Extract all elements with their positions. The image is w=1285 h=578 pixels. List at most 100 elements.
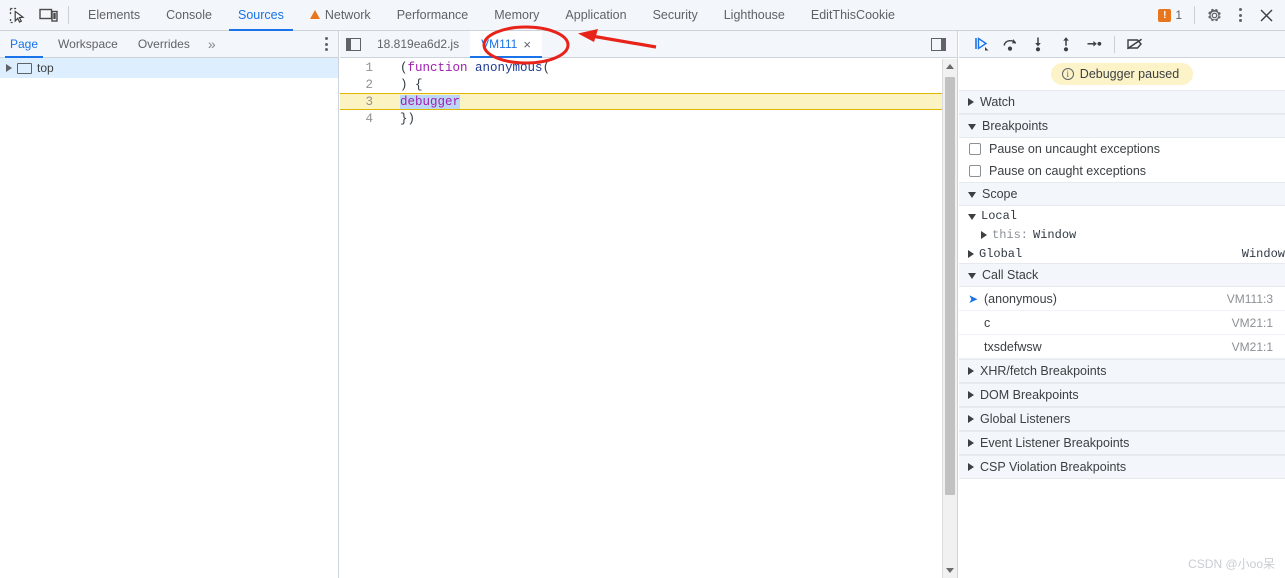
frame-location: VM111:3 <box>1226 291 1273 306</box>
device-toolbar-icon[interactable] <box>34 1 62 29</box>
checkbox-row-pause-uncaught[interactable]: Pause on uncaught exceptions <box>959 138 1285 160</box>
navigator-tab-overrides[interactable]: Overrides <box>128 31 200 58</box>
section-xhr-fetch-breakpoints[interactable]: XHR/fetch Breakpoints <box>959 359 1285 383</box>
toolbar-divider <box>68 6 69 24</box>
tab-network[interactable]: Network <box>297 0 384 31</box>
step-over-icon[interactable] <box>997 32 1023 56</box>
call-stack-frame[interactable]: c VM21:1 <box>959 311 1285 335</box>
tab-label: Performance <box>396 8 469 22</box>
step-icon[interactable] <box>1081 32 1107 56</box>
section-event-listener-breakpoints[interactable]: Event Listener Breakpoints <box>959 431 1285 455</box>
code-editor[interactable]: 1 (function anonymous( 2 ) { 3 debugger … <box>340 59 957 578</box>
scroll-down-arrow-icon[interactable] <box>943 563 957 578</box>
editor-tabbar-right <box>925 31 957 57</box>
tab-security[interactable]: Security <box>640 0 711 31</box>
resume-icon[interactable] <box>969 32 995 56</box>
chevron-right-icon[interactable] <box>6 64 12 72</box>
chevron-down-icon[interactable] <box>968 213 976 220</box>
tab-lighthouse[interactable]: Lighthouse <box>711 0 798 31</box>
section-label: Breakpoints <box>982 119 1049 133</box>
checkbox-row-pause-caught[interactable]: Pause on caught exceptions <box>959 160 1285 182</box>
inspect-cursor-icon[interactable] <box>3 1 31 29</box>
section-call-stack[interactable]: Call Stack <box>959 263 1285 287</box>
navigator-tree-item-top[interactable]: top <box>0 58 338 78</box>
code-text: ) { <box>400 77 423 92</box>
chevron-double-right-icon[interactable]: » <box>200 31 224 58</box>
navigator-tab-label: Workspace <box>58 37 118 51</box>
chevron-right-icon[interactable] <box>968 367 974 375</box>
section-scope[interactable]: Scope <box>959 182 1285 206</box>
section-label: Global Listeners <box>980 412 1071 426</box>
kebab-menu-icon[interactable] <box>1227 2 1253 28</box>
close-icon[interactable] <box>1253 2 1279 28</box>
scope-label: Local <box>981 208 1018 223</box>
code-token: ( <box>542 60 551 75</box>
chevron-down-icon[interactable] <box>968 273 976 279</box>
scope-value: Window <box>1241 246 1285 261</box>
checkbox-label: Pause on uncaught exceptions <box>989 142 1160 156</box>
editor-tab-label: 18.819ea6d2.js <box>377 37 460 51</box>
tab-console[interactable]: Console <box>153 0 225 31</box>
tab-label: Memory <box>494 8 540 22</box>
frame-icon <box>17 62 32 74</box>
call-stack-frame[interactable]: txsdefwsw VM21:1 <box>959 335 1285 359</box>
section-csp-violation-breakpoints[interactable]: CSP Violation Breakpoints <box>959 455 1285 479</box>
chevron-down-icon[interactable] <box>968 192 976 198</box>
deactivate-breakpoints-icon[interactable] <box>1122 32 1148 56</box>
chevron-right-icon[interactable] <box>968 391 974 399</box>
show-debugger-icon[interactable] <box>925 37 951 51</box>
tab-elements[interactable]: Elements <box>75 0 153 31</box>
chevron-down-icon[interactable] <box>968 124 976 130</box>
tab-label: Elements <box>88 8 141 22</box>
tab-performance[interactable]: Performance <box>384 0 482 31</box>
chevron-right-icon[interactable] <box>968 415 974 423</box>
code-text: }) <box>400 111 416 126</box>
frame-name: (anonymous) <box>984 291 1057 306</box>
scope-entry-this[interactable]: this: Window <box>959 225 1285 244</box>
editor-scrollbar[interactable] <box>942 59 957 578</box>
scope-entry-global[interactable]: Global Window <box>959 244 1285 263</box>
step-out-icon[interactable] <box>1053 32 1079 56</box>
chevron-right-icon[interactable] <box>968 463 974 471</box>
step-into-icon[interactable] <box>1025 32 1051 56</box>
gear-icon[interactable] <box>1201 2 1227 28</box>
chevron-right-icon[interactable] <box>968 439 974 447</box>
editor-tab-bundle-js[interactable]: 18.819ea6d2.js <box>366 31 470 57</box>
chevron-right-icon[interactable] <box>981 230 987 239</box>
scrollbar-thumb[interactable] <box>945 77 955 495</box>
frame-name: txsdefwsw <box>984 339 1042 354</box>
navigator-tab-page[interactable]: Page <box>0 31 48 58</box>
tab-memory[interactable]: Memory <box>481 0 552 31</box>
section-label: Call Stack <box>982 268 1039 282</box>
chevron-right-icon[interactable] <box>968 249 974 258</box>
tab-application[interactable]: Application <box>552 0 639 31</box>
section-dom-breakpoints[interactable]: DOM Breakpoints <box>959 383 1285 407</box>
scroll-up-arrow-icon[interactable] <box>943 59 957 74</box>
line-number: 1 <box>365 60 373 75</box>
error-count-badge[interactable]: ! 1 <box>1158 8 1182 22</box>
scope-entry-local[interactable]: Local <box>959 206 1285 225</box>
editor-tab-vm111[interactable]: VM111 × <box>470 31 542 58</box>
editor-pane: 18.819ea6d2.js VM111 × 1 (function anony… <box>340 31 958 578</box>
section-breakpoints[interactable]: Breakpoints <box>959 114 1285 138</box>
line-number: 4 <box>365 111 373 126</box>
section-global-listeners[interactable]: Global Listeners <box>959 407 1285 431</box>
call-stack-frame-selected[interactable]: ➤ (anonymous) VM111:3 <box>959 287 1285 311</box>
tab-sources[interactable]: Sources <box>225 0 297 31</box>
close-icon[interactable]: × <box>523 38 531 51</box>
tab-label: Lighthouse <box>723 8 785 22</box>
tab-editthiscookie[interactable]: EditThisCookie <box>798 0 908 31</box>
scope-label: Global <box>979 246 1023 261</box>
chevron-right-icon[interactable] <box>968 98 974 106</box>
section-watch[interactable]: Watch <box>959 90 1285 114</box>
paused-label: Debugger paused <box>1079 67 1180 81</box>
navigator-tab-label: Page <box>10 37 39 51</box>
navigator-more-options-icon[interactable] <box>325 37 328 51</box>
checkbox[interactable] <box>969 143 981 155</box>
debugger-controls-toolbar <box>959 31 1285 58</box>
navigator-tab-workspace[interactable]: Workspace <box>48 31 128 58</box>
show-navigator-icon[interactable] <box>340 31 366 57</box>
checkbox[interactable] <box>969 165 981 177</box>
navigator-tab-label: Overrides <box>137 37 190 51</box>
